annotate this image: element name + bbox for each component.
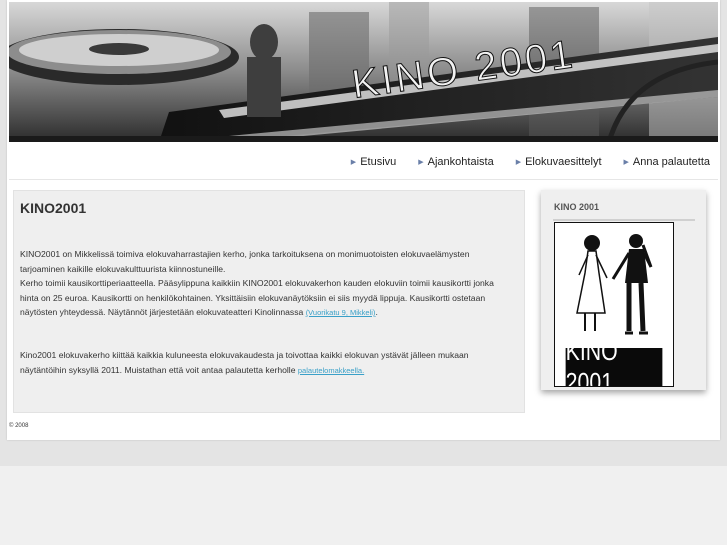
- nav-label: Ajankohtaista: [427, 156, 494, 168]
- nav-item-ajankohtaista[interactable]: ▶ Ajankohtaista: [418, 156, 493, 168]
- thanks-text: Kino2001 elokuvakerho kiittää kaikkia ku…: [20, 350, 469, 375]
- page-background-bottom: [0, 466, 727, 545]
- page-title: KINO2001: [20, 200, 87, 216]
- bullet-arrow-icon: ▶: [350, 159, 357, 166]
- banner-title: KINO 2001: [349, 32, 578, 107]
- kino-logo-image: KINO 2001: [554, 222, 674, 387]
- main-content: KINO2001 KINO2001 on Mikkelissä toimiva …: [13, 190, 525, 413]
- page-container: KINO 2001 ▶ Etusivu ▶ Ajankohtaista ▶ El…: [7, 0, 720, 440]
- bullet-arrow-icon: ▶: [418, 159, 424, 166]
- nav-label: Elokuvaesittelyt: [525, 156, 602, 168]
- sidebar-box: KINO 2001 KINO 2001: [541, 190, 706, 390]
- feedback-form-link[interactable]: palautelomakkeella.: [298, 366, 364, 375]
- header-banner: KINO 2001: [9, 2, 718, 142]
- nav-item-anna-palautetta[interactable]: ▶ Anna palautetta: [624, 156, 710, 168]
- nav-item-elokuvaesittelyt[interactable]: ▶ Elokuvaesittelyt: [516, 156, 602, 168]
- address-link[interactable]: (Vuorikatu 9, Mikkeli): [306, 308, 376, 317]
- membership-text-end: .: [375, 307, 378, 317]
- intro-paragraph: KINO2001 on Mikkelissä toimiva elokuvaha…: [20, 247, 510, 321]
- copyright-text: © 2008: [9, 423, 29, 429]
- nav-divider: [9, 179, 718, 180]
- intro-text: KINO2001 on Mikkelissä toimiva elokuvaha…: [20, 249, 470, 274]
- couple-illustration: [576, 234, 653, 335]
- sidebar-title: KINO 2001: [554, 202, 600, 212]
- main-navigation: ▶ Etusivu ▶ Ajankohtaista ▶ Elokuvaesitt…: [351, 148, 710, 176]
- bullet-arrow-icon: ▶: [515, 159, 522, 166]
- thanks-paragraph: Kino2001 elokuvakerho kiittää kaikkia ku…: [20, 348, 510, 378]
- bullet-arrow-icon: ▶: [623, 159, 629, 166]
- sidebar-divider: [553, 219, 695, 221]
- banner-title-layer: KINO 2001: [349, 32, 579, 108]
- nav-item-etusivu[interactable]: ▶ Etusivu: [351, 156, 396, 168]
- nav-label: Anna palautetta: [632, 156, 710, 168]
- logo-text: KINO 2001: [565, 336, 663, 386]
- nav-label: Etusivu: [360, 156, 397, 168]
- membership-text: Kerho toimii kausikorttiperiaatteella. P…: [20, 278, 494, 317]
